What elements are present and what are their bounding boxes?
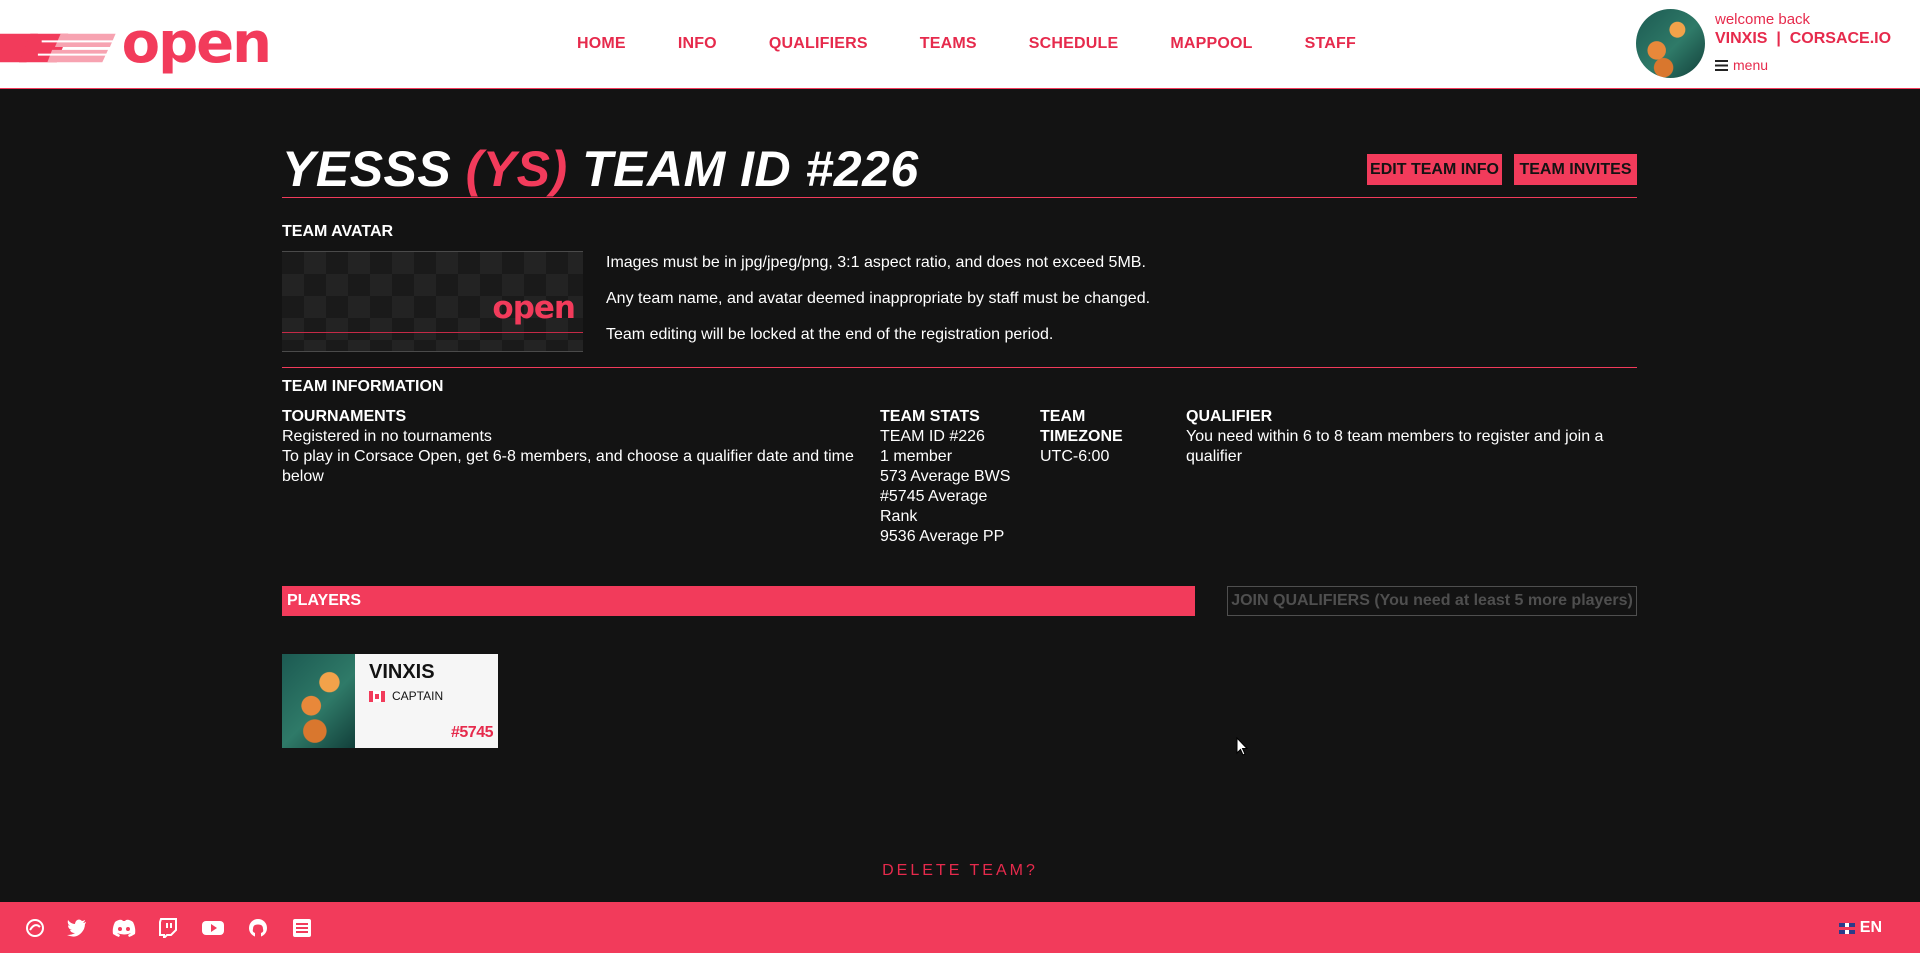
team-stats-heading: TEAM STATS <box>880 408 980 425</box>
language-label: EN <box>1859 919 1882 936</box>
player-avatar <box>282 654 355 748</box>
user-menu-button[interactable]: menu <box>1715 57 1768 73</box>
canada-flag-icon <box>369 691 385 702</box>
team-avatar-label: TEAM AVATAR <box>282 223 394 240</box>
nav-mappool[interactable]: MAPPOOL <box>1170 35 1252 53</box>
team-stats-info: TEAM ID #226 1 member 573 Average BWS #5… <box>880 427 1010 547</box>
stat-average-pp: 9536 Average PP <box>880 528 1005 545</box>
team-information-label: TEAM INFORMATION <box>282 378 444 395</box>
timezone-value: UTC-6:00 <box>1040 448 1110 465</box>
twitch-icon[interactable] <box>158 918 178 938</box>
stat-average-bws: 573 Average BWS <box>880 468 1011 485</box>
uk-flag-icon <box>1838 922 1855 934</box>
tournaments-line: below <box>282 468 324 485</box>
team-avatar-image[interactable]: open <box>282 251 583 352</box>
welcome-text: welcome back <box>1715 11 1811 28</box>
avatar-logo-text: open <box>492 290 576 326</box>
stat-average-rank-cont: Rank <box>880 508 918 525</box>
qualifier-info: You need within 6 to 8 team members to r… <box>1186 427 1603 467</box>
avatar-rule-format: Images must be in jpg/jpeg/png, 3:1 aspe… <box>606 254 1146 271</box>
tournaments-heading: TOURNAMENTS <box>282 408 407 425</box>
avatar-divider <box>282 367 1637 368</box>
discord-icon[interactable] <box>111 918 137 938</box>
nav-info[interactable]: INFO <box>678 35 717 53</box>
nav-teams[interactable]: TEAMS <box>920 35 977 53</box>
players-header: PLAYERS <box>282 586 1195 616</box>
player-role: CAPTAIN <box>392 689 444 703</box>
stat-team-id: TEAM ID #226 <box>880 428 985 445</box>
qualifier-heading: QUALIFIER <box>1186 408 1273 425</box>
mouse-cursor-icon <box>1236 737 1248 756</box>
stat-average-rank: #5745 Average <box>880 488 988 505</box>
logo-text: open <box>121 11 272 76</box>
twitter-icon[interactable] <box>66 918 88 938</box>
logo-mark-icon <box>0 33 116 63</box>
hamburger-icon <box>1715 59 1728 71</box>
avatar-rule-locked: Team editing will be locked at the end o… <box>606 326 1054 343</box>
team-name: YESSS <box>282 141 452 197</box>
nav-qualifiers[interactable]: QUALIFIERS <box>769 35 868 53</box>
team-invites-button[interactable]: TEAM INVITES <box>1514 154 1637 185</box>
osu-icon[interactable] <box>24 918 46 938</box>
qualifier-line: You need within 6 to 8 team members to r… <box>1186 428 1604 445</box>
menu-label: menu <box>1733 57 1769 73</box>
stat-members: 1 member <box>880 448 953 465</box>
github-icon[interactable] <box>247 918 269 938</box>
title-divider <box>282 197 1637 198</box>
timezone-heading-line: TEAM <box>1040 408 1086 425</box>
players-label: PLAYERS <box>287 592 362 609</box>
tournaments-info: Registered in no tournaments To play in … <box>282 427 862 487</box>
edit-team-info-button[interactable]: EDIT TEAM INFO <box>1367 154 1502 185</box>
team-tag: (YS) <box>465 141 568 197</box>
team-id: TEAM ID #226 <box>582 141 919 197</box>
qualifier-line: qualifier <box>1186 448 1243 465</box>
nav-home[interactable]: HOME <box>577 35 626 53</box>
main-nav: HOME INFO QUALIFIERS TEAMS SCHEDULE MAPP… <box>577 35 1356 53</box>
username-link[interactable]: VINXIS | CORSACE.IO <box>1715 30 1891 48</box>
team-title: YESSS (YS) TEAM ID #226 <box>282 139 919 199</box>
header: open HOME INFO QUALIFIERS TEAMS SCHEDULE… <box>0 0 1920 89</box>
delete-team-button[interactable]: DELETE TEAM? <box>0 862 1920 880</box>
timezone-heading-line: TIMEZONE <box>1040 428 1123 445</box>
footer: EN <box>0 902 1920 953</box>
tournaments-line: To play in Corsace Open, get 6-8 members… <box>282 448 854 465</box>
avatar-rule-inappropriate: Any team name, and avatar deemed inappro… <box>606 290 1151 307</box>
sheet-icon[interactable] <box>292 918 312 938</box>
corsace-open-logo[interactable]: open <box>0 11 272 78</box>
nav-staff[interactable]: STAFF <box>1305 35 1356 53</box>
player-rank: #5745 <box>451 724 494 741</box>
avatar-stripe <box>282 332 583 333</box>
youtube-icon[interactable] <box>201 918 225 938</box>
user-avatar[interactable] <box>1636 9 1705 78</box>
tournaments-line: Registered in no tournaments <box>282 428 492 445</box>
player-name: VINXIS <box>369 661 435 683</box>
nav-schedule[interactable]: SCHEDULE <box>1029 35 1119 53</box>
language-selector[interactable]: EN <box>1838 919 1882 937</box>
join-qualifiers-button[interactable]: JOIN QUALIFIERS (You need at least 5 mor… <box>1227 586 1637 616</box>
timezone-heading: TEAM TIMEZONE <box>1040 407 1123 447</box>
player-card[interactable]: VINXIS CAPTAIN #5745 <box>282 654 498 748</box>
